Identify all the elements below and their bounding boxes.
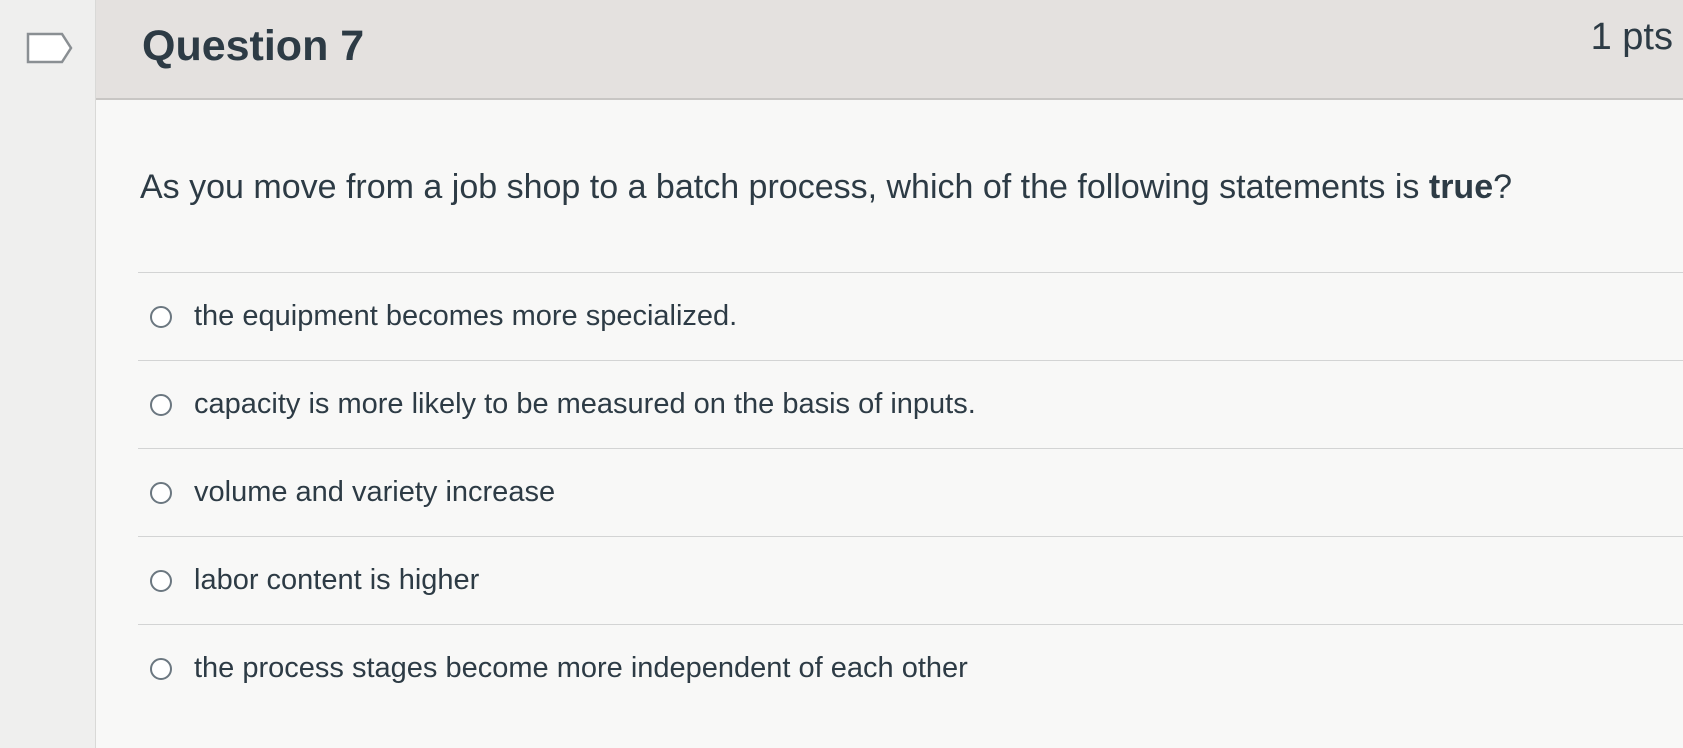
question-text: As you move from a job shop to a batch p…	[140, 168, 1512, 207]
answer-option[interactable]: the equipment becomes more specialized.	[138, 273, 1683, 360]
question-header: Question 7 1 pts	[96, 0, 1683, 100]
radio-unchecked-icon[interactable]	[150, 569, 172, 592]
radio-unchecked-icon[interactable]	[150, 393, 172, 416]
answer-option[interactable]: capacity is more likely to be measured o…	[138, 361, 1683, 448]
answer-list: the equipment becomes more specialized. …	[138, 272, 1683, 712]
question-points: 1 pts	[1590, 16, 1673, 58]
question-text-main: As you move from a job shop to a batch p…	[140, 168, 1429, 206]
radio-unchecked-icon[interactable]	[150, 305, 172, 328]
answer-option[interactable]: volume and variety increase	[138, 449, 1683, 536]
answer-option[interactable]: labor content is higher	[138, 537, 1683, 624]
question-gutter	[0, 0, 96, 748]
answer-label: the equipment becomes more specialized.	[194, 300, 738, 332]
radio-unchecked-icon[interactable]	[150, 481, 172, 504]
answer-label: the process stages become more independe…	[194, 652, 968, 684]
answer-option[interactable]: the process stages become more independe…	[138, 625, 1683, 712]
flag-question-icon[interactable]	[26, 32, 74, 64]
question-text-emphasis: true	[1428, 168, 1494, 206]
radio-unchecked-icon[interactable]	[150, 657, 172, 680]
answer-label: volume and variety increase	[194, 476, 556, 508]
question-title: Question 7	[142, 22, 365, 70]
question-text-end: ?	[1493, 168, 1513, 206]
quiz-question-page: Question 7 1 pts As you move from a job …	[0, 0, 1683, 748]
answer-label: labor content is higher	[194, 564, 480, 596]
answer-label: capacity is more likely to be measured o…	[194, 388, 976, 420]
